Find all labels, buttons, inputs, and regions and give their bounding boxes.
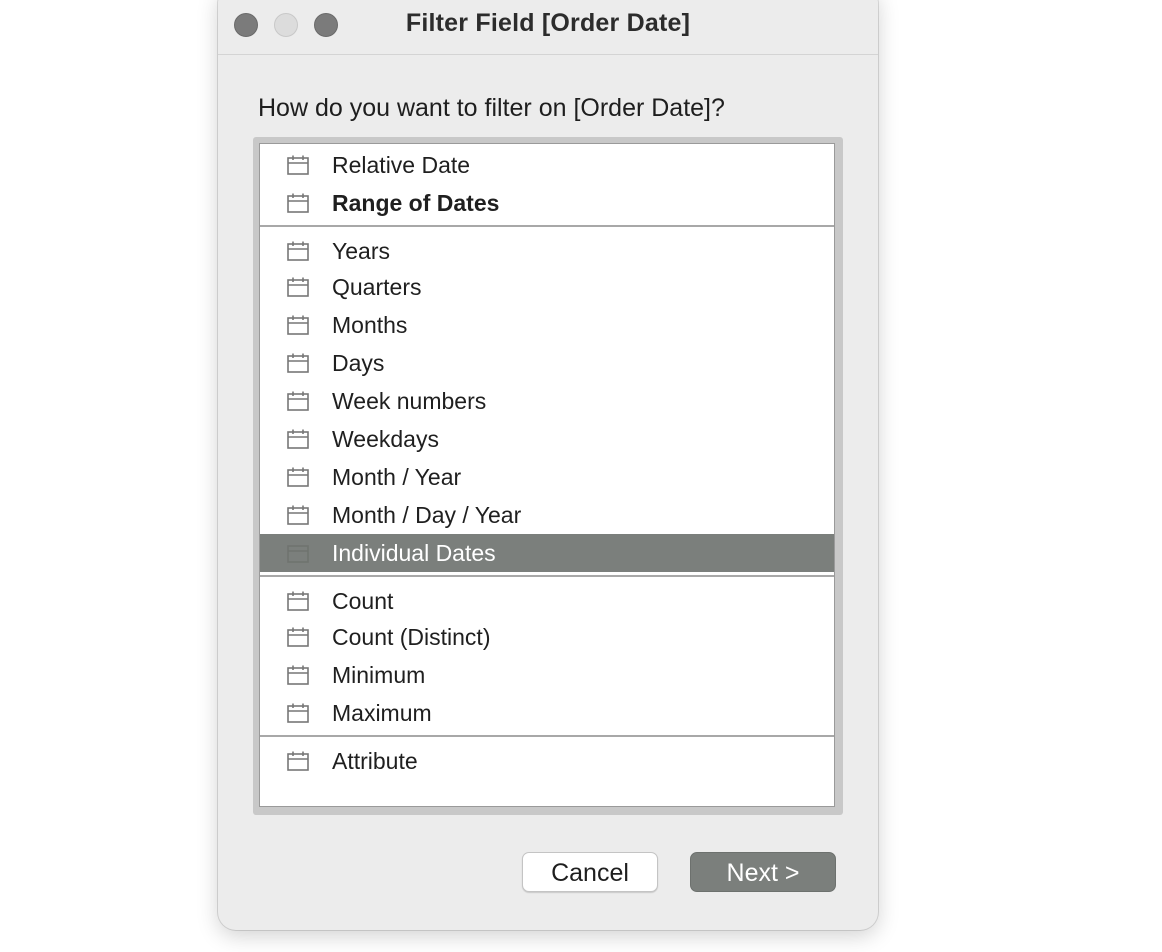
filter-options-frame: Relative Date Range of Dates Years Quart… — [253, 137, 843, 815]
next-button[interactable]: Next > — [690, 852, 836, 892]
list-item-label: Relative Date — [332, 152, 471, 178]
list-separator — [260, 225, 834, 227]
calendar-icon — [287, 751, 309, 771]
list-item-label: Attribute — [332, 748, 418, 774]
filter-field-dialog: Filter Field [Order Date] How do you wan… — [218, 0, 878, 930]
list-item-week-numbers[interactable]: Week numbers — [260, 382, 834, 420]
list-item-minimum[interactable]: Minimum — [260, 656, 834, 694]
list-item-months[interactable]: Months — [260, 306, 834, 344]
list-item-label: Months — [332, 312, 408, 338]
calendar-icon — [287, 703, 309, 723]
calendar-icon — [287, 391, 309, 411]
calendar-icon — [287, 241, 309, 261]
calendar-icon — [287, 429, 309, 449]
title-bar: Filter Field [Order Date] — [218, 0, 878, 55]
list-item-label: Maximum — [332, 700, 432, 726]
list-item-maximum[interactable]: Maximum — [260, 694, 834, 732]
list-item-label: Month / Year — [332, 464, 462, 490]
window-title: Filter Field [Order Date] — [405, 9, 691, 37]
list-item-label: Weekdays — [332, 426, 439, 452]
calendar-icon — [287, 155, 309, 175]
list-item-label: Count — [332, 588, 394, 614]
calendar-icon — [287, 665, 309, 685]
list-item-label: Individual Dates — [332, 540, 496, 566]
filter-options-list[interactable]: Relative Date Range of Dates Years Quart… — [259, 143, 835, 807]
list-item-label: Years — [332, 238, 390, 264]
list-item-days[interactable]: Days — [260, 344, 834, 382]
list-item-label: Range of Dates — [332, 190, 500, 216]
list-item-attribute[interactable]: Attribute — [260, 742, 834, 780]
filter-prompt: How do you want to filter on [Order Date… — [258, 94, 725, 122]
calendar-icon — [287, 627, 309, 647]
list-item-individual-dates[interactable]: Individual Dates — [260, 534, 834, 572]
list-item-label: Week numbers — [332, 388, 487, 414]
list-item-label: Quarters — [332, 274, 422, 300]
list-item-label: Month / Day / Year — [332, 502, 522, 528]
list-separator — [260, 735, 834, 737]
calendar-icon — [287, 277, 309, 297]
list-item-label: Days — [332, 350, 385, 376]
calendar-icon — [287, 591, 309, 611]
cancel-button[interactable]: Cancel — [522, 852, 658, 892]
list-item-month-year[interactable]: Month / Year — [260, 458, 834, 496]
list-item-label: Count (Distinct) — [332, 624, 491, 650]
list-item-weekdays[interactable]: Weekdays — [260, 420, 834, 458]
list-item-quarters[interactable]: Quarters — [260, 268, 834, 306]
list-item-range-of-dates[interactable]: Range of Dates — [260, 184, 834, 222]
list-item-years[interactable]: Years — [260, 232, 834, 270]
calendar-icon — [287, 467, 309, 487]
calendar-icon — [287, 315, 309, 335]
list-item-month-day-year[interactable]: Month / Day / Year — [260, 496, 834, 534]
list-item-label: Minimum — [332, 662, 426, 688]
list-separator — [260, 575, 834, 577]
calendar-icon — [287, 505, 309, 525]
list-item-relative-date[interactable]: Relative Date — [260, 146, 834, 184]
calendar-icon — [287, 353, 309, 373]
list-item-count[interactable]: Count — [260, 582, 834, 620]
calendar-icon — [287, 545, 309, 563]
list-item-count-distinct[interactable]: Count (Distinct) — [260, 618, 834, 656]
calendar-icon — [287, 193, 309, 213]
